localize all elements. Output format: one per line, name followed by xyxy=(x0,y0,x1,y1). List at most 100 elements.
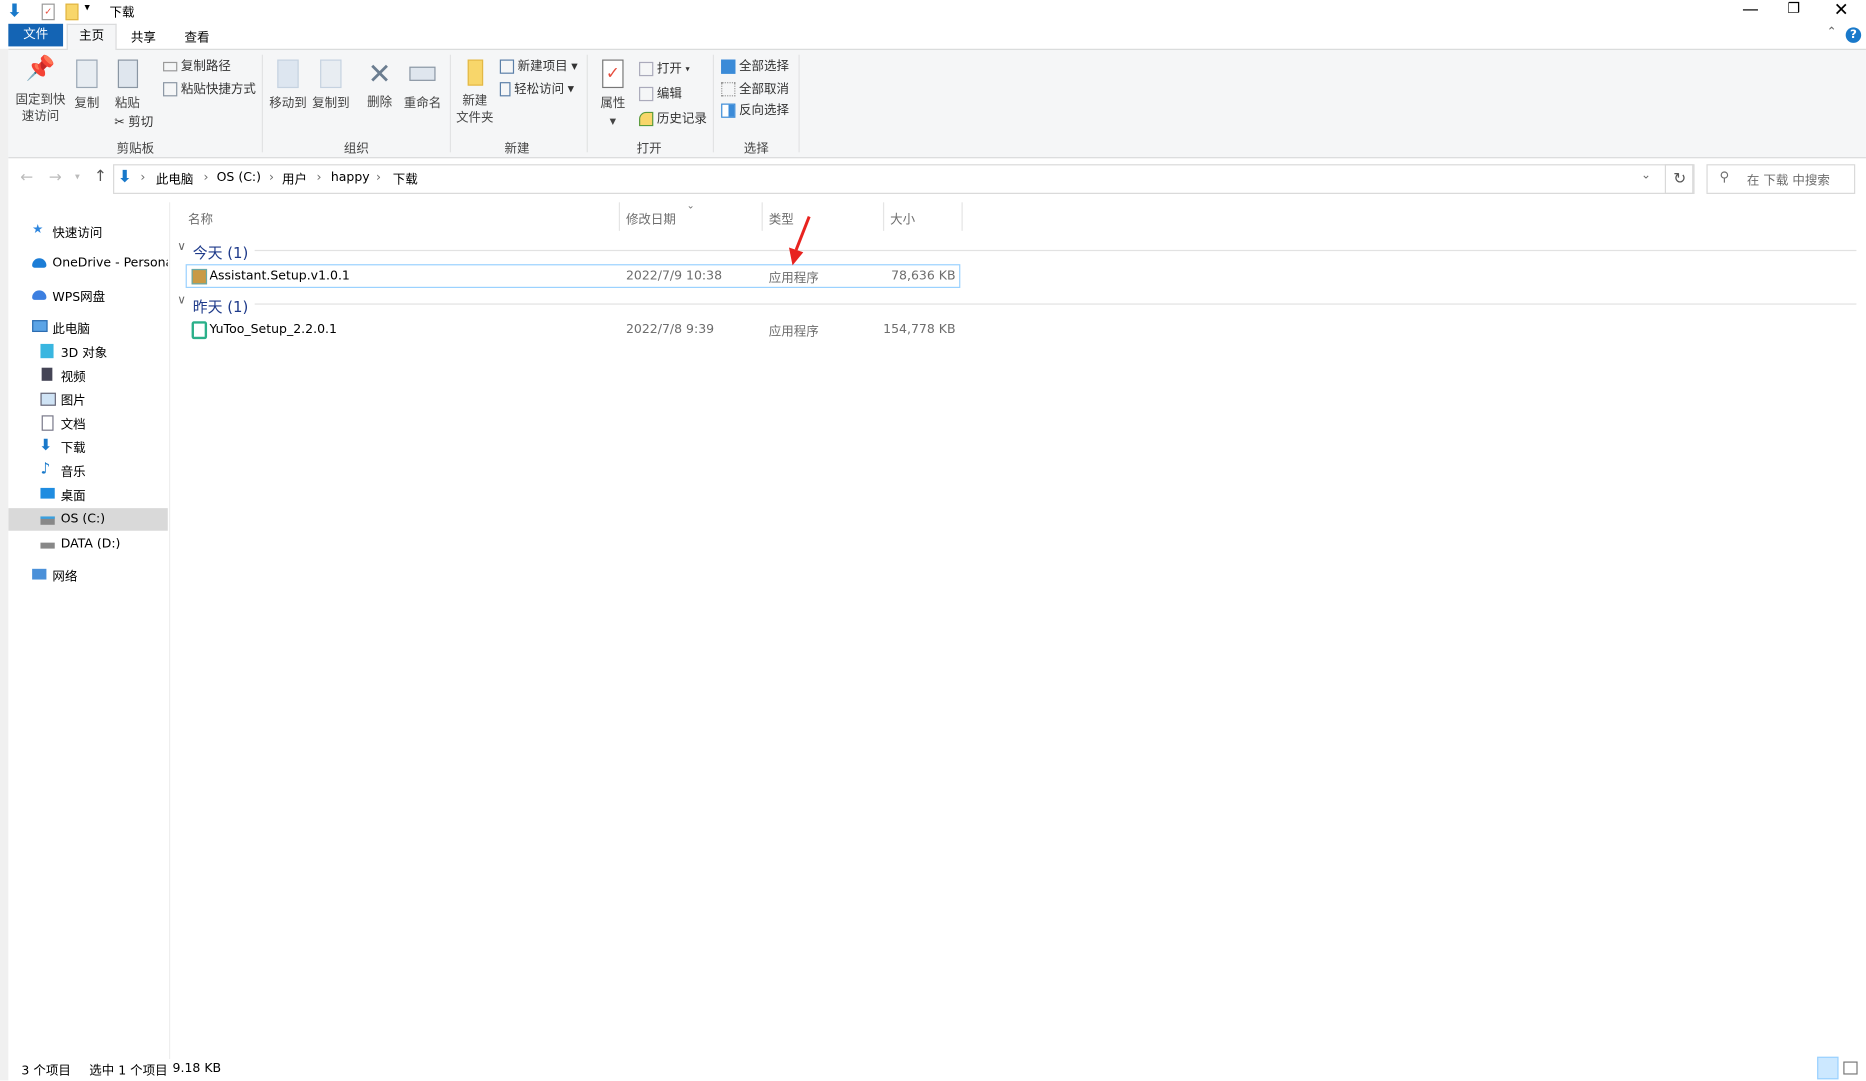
group-label-clipboard: 剪贴板 xyxy=(116,141,155,156)
copy-to-icon xyxy=(320,59,342,89)
nav-item-3d-objects[interactable]: 3D 对象 xyxy=(8,342,167,362)
annotation-arrow-icon xyxy=(788,216,811,266)
nav-item-quick-access[interactable]: ★ 快速访问 xyxy=(8,221,167,241)
breadcrumb-downloads[interactable]: 下载 xyxy=(393,170,418,188)
status-selected: 选中 1 个项目 xyxy=(89,1063,168,1079)
recent-locations-button[interactable]: ▾ xyxy=(75,171,80,182)
select-all-icon xyxy=(721,58,736,74)
cube-icon xyxy=(40,343,54,359)
search-icon: ⚲ xyxy=(1719,168,1730,185)
refresh-button[interactable]: ↻ xyxy=(1664,164,1695,194)
search-box[interactable]: ⚲ 在 下载 中搜索 xyxy=(1706,164,1856,194)
tab-share[interactable]: 共享 xyxy=(131,29,156,47)
copy-to-button[interactable]: 复制到 xyxy=(311,59,351,112)
pin-quick-access-button[interactable]: 📌 固定到快 速访问 xyxy=(13,56,68,125)
nav-item-documents[interactable]: 文档 xyxy=(8,413,167,433)
breadcrumb-users[interactable]: 用户 xyxy=(282,170,307,188)
nav-item-videos[interactable]: 视频 xyxy=(8,365,167,385)
tab-home[interactable]: 主页 xyxy=(66,23,117,50)
chevron-down-icon: ∨ xyxy=(177,293,187,308)
minimize-button[interactable]: — xyxy=(1742,0,1759,19)
nav-item-os-c[interactable]: OS (C:) xyxy=(8,508,168,531)
network-icon xyxy=(32,568,47,580)
restore-button[interactable]: ❐ xyxy=(1787,0,1800,17)
new-folder-button[interactable]: 新建 文件夹 xyxy=(453,59,496,127)
group-header-today[interactable]: ∨ 今天 (1) xyxy=(176,240,1857,262)
rename-button[interactable]: 重命名 xyxy=(401,60,444,112)
move-to-icon xyxy=(277,59,299,89)
customize-quick-access-icon[interactable]: ▾ xyxy=(84,2,89,14)
edit-button[interactable]: 编辑 xyxy=(639,84,682,102)
delete-button[interactable]: ✕ 删除 xyxy=(363,57,396,111)
forward-button[interactable]: → xyxy=(49,169,62,187)
help-icon[interactable]: ? xyxy=(1845,27,1862,43)
wps-cloud-icon xyxy=(32,290,47,300)
path-icon xyxy=(163,61,178,71)
close-button[interactable]: ✕ xyxy=(1834,0,1849,20)
breadcrumb-happy[interactable]: happy xyxy=(331,170,370,184)
nav-item-data-d[interactable]: DATA (D:) xyxy=(8,534,167,554)
details-view-button[interactable] xyxy=(1817,1056,1839,1080)
copy-button[interactable]: 复制 xyxy=(70,59,103,112)
yutoo-app-icon xyxy=(191,321,208,340)
back-button[interactable]: ← xyxy=(20,169,33,187)
nav-item-wps[interactable]: WPS网盘 xyxy=(8,286,167,306)
select-none-button[interactable]: 全部取消 xyxy=(721,80,789,98)
copy-path-button[interactable]: 复制路径 xyxy=(163,57,231,75)
folder-quick-icon[interactable] xyxy=(65,3,79,21)
invert-selection-icon xyxy=(721,102,736,118)
paste-shortcut-button[interactable]: 粘贴快捷方式 xyxy=(163,80,256,98)
drive-c-icon xyxy=(40,516,55,525)
drive-d-icon xyxy=(40,542,55,549)
large-icons-view-button[interactable] xyxy=(1843,1061,1858,1075)
chevron-down-icon: ∨ xyxy=(177,240,187,254)
address-bar[interactable]: ⬇ › 此电脑 › OS (C:) › 用户 › happy › 下载 ⌄ xyxy=(113,164,1694,194)
new-item-button[interactable]: 新建项目 ▼ xyxy=(499,57,578,75)
cloud-icon xyxy=(32,258,47,268)
group-label-open: 打开 xyxy=(636,141,662,156)
video-icon xyxy=(41,367,53,381)
search-placeholder: 在 下载 中搜索 xyxy=(1746,173,1830,189)
properties-button[interactable]: ✓ 属性 ▼ xyxy=(595,59,631,130)
paste-button[interactable]: 粘贴 xyxy=(111,59,144,112)
column-header-modified[interactable]: 修改日期 xyxy=(626,211,676,229)
nav-item-music[interactable]: ♪ 音乐 xyxy=(8,461,167,481)
properties-quick-icon[interactable]: ✓ xyxy=(41,3,55,21)
scissors-icon: ✂ xyxy=(114,114,125,130)
invert-selection-button[interactable]: 反向选择 xyxy=(721,101,789,119)
file-row[interactable]: YuToo_Setup_2.2.0.1 2022/7/8 9:39 应用程序 1… xyxy=(186,318,961,342)
collapse-ribbon-icon[interactable]: ⌃ xyxy=(1827,26,1837,39)
up-button[interactable]: ↑ xyxy=(94,168,107,186)
column-header-name[interactable]: 名称 xyxy=(188,211,213,235)
tab-file[interactable]: 文件 xyxy=(8,23,64,47)
select-all-button[interactable]: 全部选择 xyxy=(721,57,789,75)
column-header-size[interactable]: 大小 xyxy=(890,211,915,229)
window-title: 下载 xyxy=(109,5,135,21)
history-button[interactable]: 历史记录 xyxy=(639,109,707,127)
nav-item-onedrive[interactable]: OneDrive - Persona xyxy=(8,253,168,273)
breadcrumb-this-pc[interactable]: 此电脑 xyxy=(156,170,193,188)
computer-icon xyxy=(32,320,48,333)
nav-item-this-pc[interactable]: 此电脑 xyxy=(8,318,167,338)
copy-icon xyxy=(76,59,98,89)
nav-item-network[interactable]: 网络 xyxy=(8,565,167,585)
rename-icon xyxy=(409,66,436,81)
download-arrow-icon: ⬇ xyxy=(7,0,23,22)
nav-item-desktop[interactable]: 桌面 xyxy=(8,484,167,504)
address-dropdown-icon[interactable]: ⌄ xyxy=(1641,169,1651,182)
file-row[interactable]: Assistant.Setup.v1.0.1 2022/7/9 10:38 应用… xyxy=(185,264,961,288)
group-label-new: 新建 xyxy=(504,141,530,156)
history-icon xyxy=(639,111,654,126)
tab-view[interactable]: 查看 xyxy=(184,29,209,47)
nav-item-downloads[interactable]: ⬇ 下载 xyxy=(8,437,167,457)
breadcrumb-os-c[interactable]: OS (C:) xyxy=(217,170,261,184)
open-button[interactable]: 打开 ▾ xyxy=(639,60,690,78)
nav-item-pictures[interactable]: 图片 xyxy=(8,389,167,409)
download-location-icon: ⬇ xyxy=(117,167,132,187)
easy-access-button[interactable]: 轻松访问 ▼ xyxy=(499,80,574,98)
group-header-yesterday[interactable]: ∨ 昨天 (1) xyxy=(176,293,1857,315)
cut-button[interactable]: ✂ 剪切 xyxy=(114,113,153,131)
properties-icon: ✓ xyxy=(602,59,624,89)
paste-shortcut-icon xyxy=(163,81,178,96)
move-to-button[interactable]: 移动到 xyxy=(268,59,308,112)
